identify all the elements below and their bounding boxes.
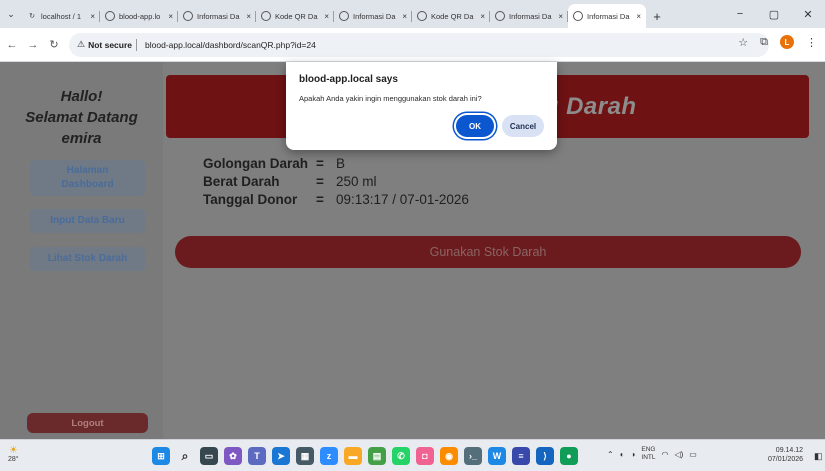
sidebar: Hallo! Selamat Datang emira Halaman Dash…	[0, 62, 163, 439]
close-tab-icon[interactable]: ×	[480, 12, 485, 21]
browser-tab[interactable]: Kode QR Da ×	[256, 4, 334, 28]
system-tray: ⌃ ◐ ◑ ENG INTL ◠ ◁) ▭	[607, 446, 697, 462]
chevron-up-icon[interactable]: ⌃	[607, 450, 614, 459]
security-label[interactable]: Not secure	[88, 40, 132, 50]
photos-icon[interactable]: ◘	[416, 447, 434, 465]
refresh-icon: ↻	[29, 13, 35, 20]
tab-search-chevron-icon[interactable]: ⌄	[0, 0, 22, 28]
globe-icon	[261, 11, 271, 21]
url-text: blood-app.local/dashbord/scanQR.php?id=2…	[145, 39, 316, 50]
close-tab-icon[interactable]: ×	[324, 12, 329, 21]
globe-icon	[495, 11, 505, 21]
file-explorer-icon[interactable]: ▬	[344, 447, 362, 465]
browser-tab[interactable]: blood-app.lo ×	[100, 4, 178, 28]
terminal-icon[interactable]: ›_	[464, 447, 482, 465]
windows-start-icon[interactable]: ⊞	[152, 447, 170, 465]
ok-button[interactable]: OK	[456, 115, 494, 137]
restore-icon[interactable]: ▢	[757, 0, 791, 28]
back-arrow-icon[interactable]: ←	[3, 35, 21, 55]
window-controls: − ▢ ✕	[723, 0, 825, 28]
close-tab-icon[interactable]: ×	[246, 12, 251, 21]
taskbar: ☀ 28° ⊞ ⌕ ▭ ✿ T ➤ ▦ z ▬ ▤ ✆ ◘ ◉ ›_ W ≡ ⟩…	[0, 439, 825, 471]
chrome-icon[interactable]: ◉	[440, 447, 458, 465]
divider	[136, 38, 138, 51]
globe-icon	[417, 11, 427, 21]
tray-app-icon[interactable]: ◑	[631, 450, 636, 459]
browser-tab-active[interactable]: Informasi Da ×	[568, 4, 646, 28]
close-tab-icon[interactable]: ×	[636, 12, 641, 21]
close-window-icon[interactable]: ✕	[791, 0, 825, 28]
weather-widget[interactable]: ☀ 28°	[8, 446, 19, 464]
telegram-icon[interactable]: ➤	[272, 447, 290, 465]
globe-icon	[183, 11, 193, 21]
new-tab-button[interactable]: +	[646, 4, 668, 28]
notification-icon[interactable]: ◧	[814, 451, 823, 462]
globe-icon	[573, 11, 583, 21]
language-indicator[interactable]: ENG INTL	[641, 446, 655, 462]
browser-tab[interactable]: Informasi Da ×	[490, 4, 568, 28]
dialog-message: Apakah Anda yakin ingin menggunakan stok…	[299, 94, 482, 103]
vscode-icon[interactable]: ⟩	[536, 447, 554, 465]
notes-icon[interactable]: ≡	[512, 447, 530, 465]
word-icon[interactable]: W	[488, 447, 506, 465]
copilot-icon[interactable]: ✿	[224, 447, 242, 465]
sidebar-item-input-data[interactable]: Input Data Baru	[30, 209, 145, 233]
bookmark-star-icon[interactable]: ☆	[738, 36, 748, 49]
use-blood-stock-button[interactable]: Gunakan Stok Darah	[175, 236, 801, 268]
close-tab-icon[interactable]: ×	[402, 12, 407, 21]
volume-icon[interactable]: ◁)	[674, 450, 683, 459]
cancel-button[interactable]: Cancel	[502, 115, 544, 137]
calculator-icon[interactable]: ▦	[296, 447, 314, 465]
tray-app-icon[interactable]: ◐	[620, 450, 625, 459]
logout-button[interactable]: Logout	[27, 413, 148, 433]
close-tab-icon[interactable]: ×	[558, 12, 563, 21]
warning-icon[interactable]: ⚠	[77, 39, 85, 50]
search-icon[interactable]: ⌕	[176, 447, 194, 465]
globe-icon	[339, 11, 349, 21]
url-input[interactable]: ⚠ Not secure blood-app.local/dashbord/sc…	[69, 32, 769, 57]
browser-tab[interactable]: ↻ localhost / 1 ×	[22, 4, 100, 28]
task-view-icon[interactable]: ▭	[200, 447, 218, 465]
globe-icon	[105, 11, 115, 21]
minimize-icon[interactable]: −	[723, 0, 757, 28]
chrome-active-icon[interactable]: ●	[560, 447, 578, 465]
close-tab-icon[interactable]: ×	[168, 12, 173, 21]
dialog-title: blood-app.local says	[299, 74, 398, 85]
profile-avatar[interactable]: L	[780, 35, 794, 49]
extensions-icon[interactable]: ⧉	[760, 36, 768, 49]
spreadsheet-icon[interactable]: ▤	[368, 447, 386, 465]
detail-row: Berat Darah = 250 ml	[203, 173, 377, 189]
tab-strip: ⌄ ↻ localhost / 1 × blood-app.lo × Informas…	[0, 0, 825, 28]
toolbar-actions: ☆ ⧉ L ⋮	[738, 35, 817, 49]
browser-tab[interactable]: Kode QR Da ×	[412, 4, 490, 28]
battery-icon[interactable]: ▭	[689, 450, 697, 459]
greeting: Hallo! Selamat Datang emira	[25, 88, 138, 147]
sidebar-item-dashboard[interactable]: Halaman Dashboard	[30, 160, 145, 196]
detail-row: Golongan Darah = B	[203, 155, 346, 171]
close-tab-icon[interactable]: ×	[90, 12, 95, 21]
clock[interactable]: 09.14.12 07/01/2026	[768, 446, 803, 464]
whatsapp-icon[interactable]: ✆	[392, 447, 410, 465]
address-bar: ← → ↻ ⚠ Not secure blood-app.local/dashb…	[0, 28, 825, 62]
reload-icon[interactable]: ↻	[45, 35, 63, 55]
sun-icon: ☀	[8, 445, 18, 456]
forward-arrow-icon[interactable]: →	[24, 35, 42, 55]
wifi-icon[interactable]: ◠	[661, 450, 668, 459]
browser-tab[interactable]: Informasi Da ×	[334, 4, 412, 28]
confirm-dialog: blood-app.local says Apakah Anda yakin i…	[286, 62, 557, 150]
detail-row: Tanggal Donor = 09:13:17 / 07-01-2026	[203, 191, 469, 207]
sidebar-item-stok-darah[interactable]: Lihat Stok Darah	[30, 247, 145, 271]
zoom-icon[interactable]: z	[320, 447, 338, 465]
blood-bag-details: Golongan Darah = B Berat Darah = 250 ml …	[203, 154, 469, 208]
browser-tab[interactable]: Informasi Da ×	[178, 4, 256, 28]
taskbar-apps: ⊞ ⌕ ▭ ✿ T ➤ ▦ z ▬ ▤ ✆ ◘ ◉ ›_ W ≡ ⟩ ●	[152, 447, 578, 465]
teams-icon[interactable]: T	[248, 447, 266, 465]
menu-kebab-icon[interactable]: ⋮	[806, 36, 817, 49]
